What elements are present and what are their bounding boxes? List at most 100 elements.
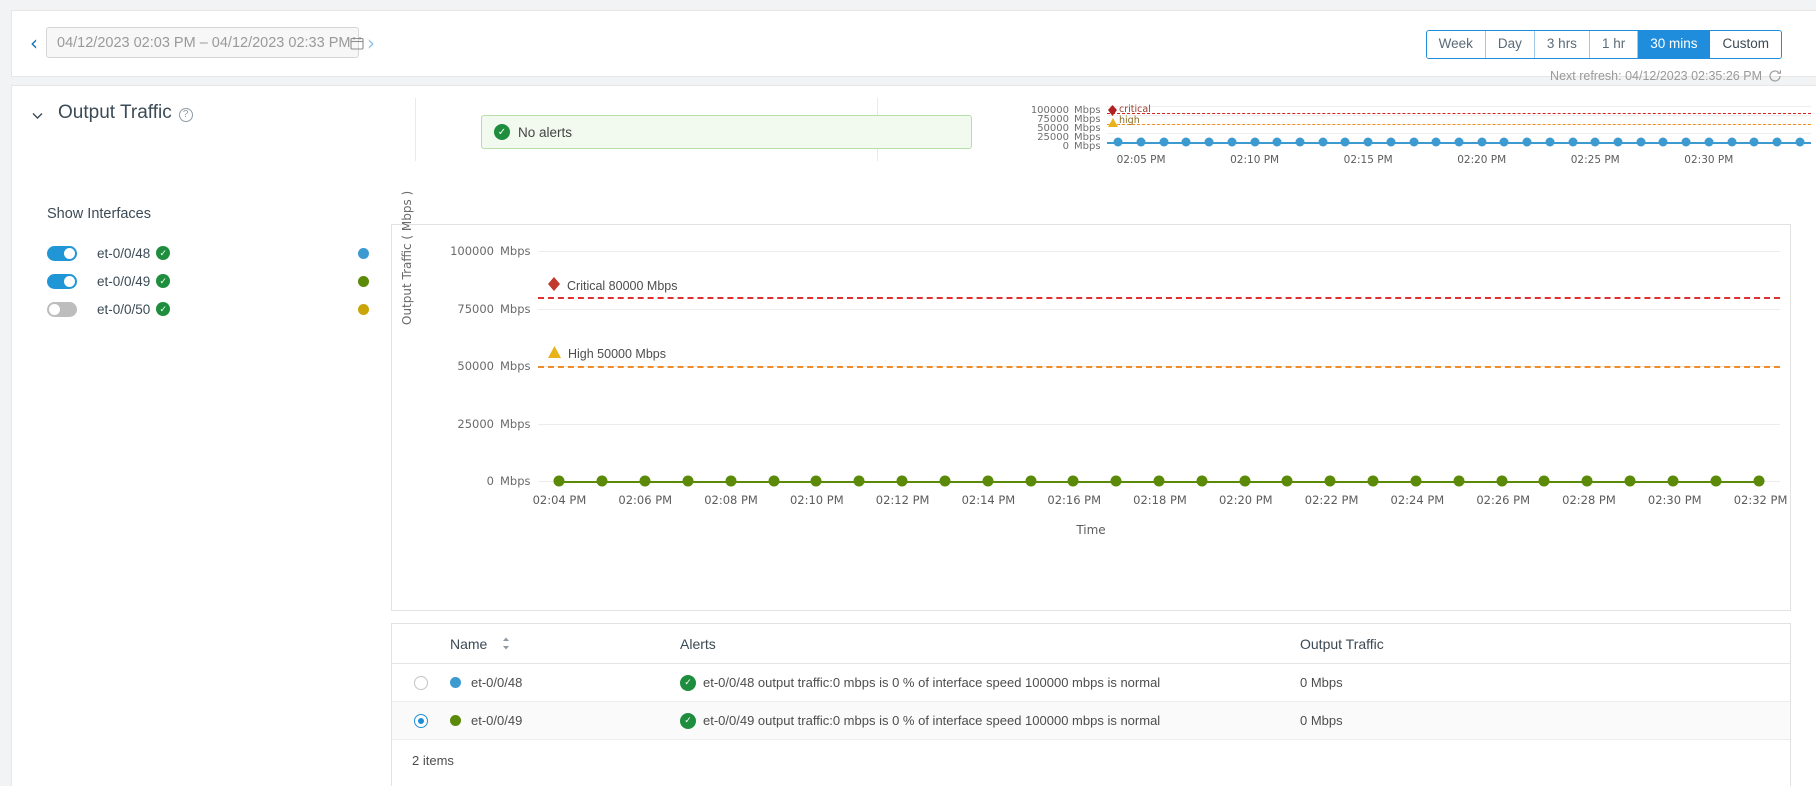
table-cell-alert-text: et-0/0/49 output traffic:0 mbps is 0 % o…	[703, 713, 1160, 728]
mini-data-point	[1318, 138, 1327, 147]
chart-data-point[interactable]	[1453, 476, 1464, 487]
chart-data-point[interactable]	[682, 476, 693, 487]
mini-data-point	[1273, 138, 1282, 147]
table-header-output-traffic: Output Traffic	[1300, 636, 1790, 652]
check-circle-icon: ✓	[156, 274, 170, 288]
interface-toggle-et-0/0/49[interactable]	[47, 274, 77, 289]
series-color-swatch	[450, 715, 461, 726]
top-toolbar: ‹ 04/12/2023 02:03 PM – 04/12/2023 02:33…	[11, 10, 1816, 77]
chart-x-tick: 02:04 PM	[533, 493, 587, 507]
chart-x-tick: 02:08 PM	[704, 493, 758, 507]
chart-data-point[interactable]	[1196, 476, 1207, 487]
chart-data-point[interactable]	[640, 476, 651, 487]
chart-data-point[interactable]	[811, 476, 822, 487]
time-range-button-30-mins[interactable]: 30 mins	[1638, 31, 1710, 58]
table-cell-name-label: et-0/0/48	[471, 675, 522, 690]
date-range-picker: ‹ 04/12/2023 02:03 PM – 04/12/2023 02:33…	[26, 27, 379, 58]
chart-data-point[interactable]	[554, 476, 565, 487]
mini-data-point	[1545, 138, 1554, 147]
mini-data-point	[1205, 138, 1214, 147]
date-range-value: 04/12/2023 02:03 PM – 04/12/2023 02:33 P…	[57, 35, 350, 51]
mini-x-tick: 02:30 PM	[1684, 154, 1733, 166]
table-row[interactable]: et-0/0/48 ✓et-0/0/48 output traffic:0 mbp…	[392, 664, 1790, 702]
mini-data-point	[1613, 138, 1622, 147]
next-period-button[interactable]: ›	[363, 33, 379, 53]
chart-data-point[interactable]	[1667, 476, 1678, 487]
row-radio-button[interactable]	[414, 676, 428, 690]
chart-data-point[interactable]	[1068, 476, 1079, 487]
time-range-button-custom[interactable]: Custom	[1710, 31, 1781, 58]
chart-data-point[interactable]	[1111, 476, 1122, 487]
chart-data-point[interactable]	[982, 476, 993, 487]
mini-x-tick: 02:20 PM	[1457, 154, 1506, 166]
mini-data-point	[1432, 138, 1441, 147]
row-radio-button[interactable]	[414, 714, 428, 728]
chart-data-point[interactable]	[1368, 476, 1379, 487]
chart-data-point[interactable]	[1539, 476, 1550, 487]
check-circle-icon: ✓	[156, 246, 170, 260]
chart-data-point[interactable]	[1325, 476, 1336, 487]
chart-data-point[interactable]	[1025, 476, 1036, 487]
chart-data-point[interactable]	[1710, 476, 1721, 487]
time-range-button-week[interactable]: Week	[1427, 31, 1486, 58]
mini-critical-label: critical	[1119, 104, 1151, 115]
table-body: et-0/0/48 ✓et-0/0/48 output traffic:0 mbp…	[392, 664, 1790, 740]
interfaces-table: Name Alerts Output Traffic et-0/0/48✓et-…	[391, 623, 1791, 786]
chart-data-point[interactable]	[768, 476, 779, 487]
table-cell-output-traffic: 0 Mbps	[1300, 675, 1790, 690]
chevron-down-icon[interactable]	[30, 108, 45, 123]
critical-diamond-icon	[548, 277, 560, 294]
chart-x-tick: 02:28 PM	[1562, 493, 1616, 507]
chart-data-point[interactable]	[1496, 476, 1507, 487]
mini-x-tick: 02:05 PM	[1117, 154, 1166, 166]
help-icon[interactable]: ?	[179, 108, 193, 122]
interface-toggle-et-0/0/50[interactable]	[47, 302, 77, 317]
chart-y-tick: 75000Mbps	[457, 302, 532, 316]
previous-period-button[interactable]: ‹	[26, 33, 42, 53]
chart-data-point[interactable]	[1753, 476, 1764, 487]
threshold-annotation-critical: Critical 80000 Mbps	[548, 277, 677, 294]
mini-x-tick: 02:10 PM	[1230, 154, 1279, 166]
chart-data-point[interactable]	[1154, 476, 1165, 487]
mini-chart-x-axis: 02:05 PM02:10 PM02:15 PM02:20 PM02:25 PM…	[1107, 154, 1811, 168]
interface-row-et-0/0/50: et-0/0/50✓	[47, 296, 377, 322]
chart-data-point[interactable]	[939, 476, 950, 487]
chart-data-point[interactable]	[1282, 476, 1293, 487]
mini-data-point	[1591, 138, 1600, 147]
mini-data-point	[1477, 138, 1486, 147]
time-range-button-1-hr[interactable]: 1 hr	[1590, 31, 1638, 58]
interface-toggle-et-0/0/48[interactable]	[47, 246, 77, 261]
chart-data-point[interactable]	[1625, 476, 1636, 487]
table-row-select[interactable]	[392, 714, 450, 728]
chart-data-point[interactable]	[897, 476, 908, 487]
mini-data-point	[1227, 138, 1236, 147]
chart-x-tick: 02:24 PM	[1391, 493, 1445, 507]
table-header-name[interactable]: Name	[450, 636, 680, 652]
mini-data-point	[1137, 138, 1146, 147]
chart-data-point[interactable]	[1410, 476, 1421, 487]
date-range-input[interactable]: 04/12/2023 02:03 PM – 04/12/2023 02:33 P…	[46, 27, 359, 58]
table-row[interactable]: et-0/0/49✓et-0/0/49 output traffic:0 mbp…	[392, 702, 1790, 740]
chart-data-point[interactable]	[1239, 476, 1250, 487]
sort-arrows-icon[interactable]	[502, 637, 510, 650]
mini-data-point	[1296, 138, 1305, 147]
mini-gridline	[1107, 115, 1811, 116]
chart-data-point[interactable]	[597, 476, 608, 487]
warning-triangle-icon	[548, 346, 561, 361]
mini-data-point	[1682, 138, 1691, 147]
time-range-button-3-hrs[interactable]: 3 hrs	[1535, 31, 1590, 58]
series-color-swatch	[450, 677, 461, 688]
chart-data-point[interactable]	[1582, 476, 1593, 487]
chart-data-point[interactable]	[725, 476, 736, 487]
chart-x-axis-title: Time	[1076, 523, 1105, 537]
chart-data-point[interactable]	[854, 476, 865, 487]
page-title: Output Traffic ?	[58, 102, 193, 124]
chart-x-tick: 02:16 PM	[1047, 493, 1101, 507]
chart-x-tick: 02:14 PM	[962, 493, 1016, 507]
table-cell-alerts: ✓et-0/0/48 output traffic:0 mbps is 0 % …	[680, 675, 1300, 691]
time-range-button-day[interactable]: Day	[1486, 31, 1535, 58]
table-row-select[interactable]	[392, 676, 450, 690]
warning-triangle-icon	[1108, 114, 1118, 132]
threshold-label-critical: Critical 80000 Mbps	[567, 279, 677, 293]
refresh-icon[interactable]	[1768, 69, 1782, 83]
